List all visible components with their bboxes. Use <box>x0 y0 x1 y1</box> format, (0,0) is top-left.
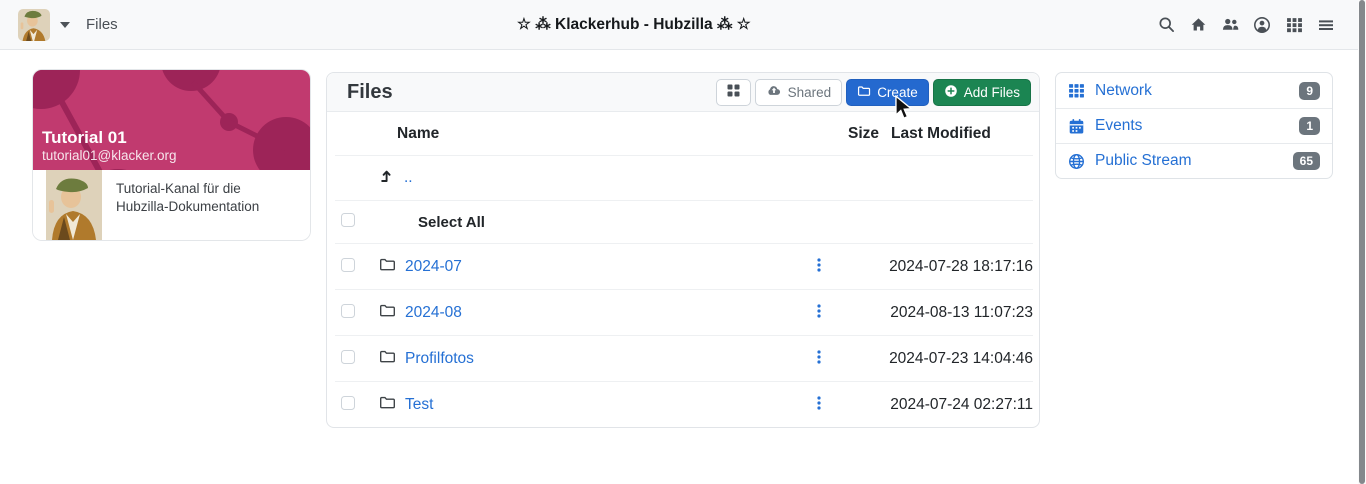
file-row: 2024-08 2024-08-13 11:07:23 <box>335 289 1033 336</box>
scrollbar-thumb[interactable] <box>1359 0 1365 484</box>
file-tools-icon[interactable] <box>816 303 822 319</box>
file-size <box>837 290 883 336</box>
channel-avatar[interactable] <box>18 8 50 41</box>
files-table: Name Size Last Modified .. Select All 20… <box>335 112 1033 427</box>
column-header-modified: Last Modified <box>891 125 991 142</box>
site-title: ☆ ⁂ Klackerhub - Hubzilla ⁂ ☆ <box>517 16 751 33</box>
globe-icon <box>1068 153 1085 170</box>
right-sidebar: Network 9 Events 1 Public Stream 65 <box>1055 72 1333 179</box>
create-button-label: Create <box>877 84 918 100</box>
parent-directory-link[interactable]: .. <box>404 169 413 187</box>
file-modified: 2024-08-13 11:07:23 <box>890 303 1033 321</box>
folder-icon <box>379 394 396 415</box>
folder-link[interactable]: 2024-08 <box>405 304 462 322</box>
account-icon[interactable] <box>1246 9 1278 41</box>
channel-address: tutorial01@klacker.org <box>42 148 177 163</box>
navbar-icons <box>1150 9 1342 41</box>
select-all-row: Select All <box>335 200 1033 244</box>
select-all-checkbox[interactable] <box>341 213 355 227</box>
select-all-label: Select All <box>418 213 485 231</box>
up-directory-icon <box>379 168 395 188</box>
current-app-label: Files <box>86 16 118 33</box>
file-modified: 2024-07-28 18:17:16 <box>889 257 1033 275</box>
file-tools-icon[interactable] <box>816 257 822 273</box>
column-header-size: Size <box>848 125 880 142</box>
profile-card-body: Tutorial-Kanal für die Hubzilla-Dokument… <box>33 170 310 240</box>
file-size <box>837 244 883 290</box>
row-checkbox[interactable] <box>341 257 355 272</box>
folder-link[interactable]: 2024-07 <box>405 258 462 276</box>
file-row: 2024-07 2024-07-28 18:17:16 <box>335 243 1033 290</box>
folder-link[interactable]: Test <box>405 396 433 414</box>
add-files-button-label: Add Files <box>963 84 1020 100</box>
files-panel: Files Shared Create Add Files Name Size … <box>326 72 1040 428</box>
row-checkbox[interactable] <box>341 395 355 410</box>
home-icon[interactable] <box>1182 9 1214 41</box>
add-files-button[interactable]: Add Files <box>932 78 1031 106</box>
grid-3x3-icon <box>1068 82 1085 99</box>
page-scrollbar[interactable] <box>1358 0 1366 484</box>
channel-identity: Tutorial 01 tutorial01@klacker.org <box>42 127 177 163</box>
folder-link[interactable]: Profilfotos <box>405 350 474 368</box>
plus-circle-icon <box>944 84 958 101</box>
search-icon[interactable] <box>1150 9 1182 41</box>
chevron-down-icon[interactable] <box>60 21 70 28</box>
row-checkbox[interactable] <box>341 303 355 318</box>
public-stream-count-badge: 65 <box>1292 152 1320 170</box>
network-count-badge: 9 <box>1299 81 1320 100</box>
sidebar-item-public-stream[interactable]: Public Stream 65 <box>1056 143 1332 178</box>
file-row: Profilfotos 2024-07-23 14:04:46 <box>335 335 1033 382</box>
channel-profile-card: Tutorial 01 tutorial01@klacker.org Tutor… <box>33 70 310 240</box>
column-header-name: Name <box>397 125 440 142</box>
groups-icon[interactable] <box>1214 9 1246 41</box>
folder-icon <box>379 256 396 277</box>
channel-photo <box>46 170 102 240</box>
cloud-upload-icon <box>766 84 782 101</box>
view-toggle-button[interactable] <box>715 78 751 106</box>
sidebar-item-network[interactable]: Network 9 <box>1056 73 1332 108</box>
grid-view-icon <box>727 84 740 100</box>
create-button[interactable]: Create <box>846 78 929 106</box>
top-navbar: Files ☆ ⁂ Klackerhub - Hubzilla ⁂ ☆ <box>0 0 1358 50</box>
parent-directory-row: .. <box>335 155 1033 201</box>
folder-icon <box>379 302 396 323</box>
file-size <box>837 382 883 428</box>
shared-button[interactable]: Shared <box>754 78 843 106</box>
file-size <box>837 336 883 382</box>
file-row: Test 2024-07-24 02:27:11 <box>335 381 1033 428</box>
file-tools-icon[interactable] <box>816 349 822 365</box>
sidebar-network-label: Network <box>1095 81 1152 99</box>
folder-icon <box>379 348 396 369</box>
apps-grid-icon[interactable] <box>1278 9 1310 41</box>
file-modified: 2024-07-24 02:27:11 <box>890 395 1033 413</box>
calendar-icon <box>1068 118 1085 135</box>
navbar-left: Files <box>18 8 118 41</box>
files-toolbar: Shared Create Add Files <box>715 78 1031 106</box>
events-count-badge: 1 <box>1299 117 1320 135</box>
channel-description: Tutorial-Kanal für die Hubzilla-Dokument… <box>116 181 260 215</box>
files-panel-header: Files Shared Create Add Files <box>327 73 1039 112</box>
channel-name: Tutorial 01 <box>42 127 127 147</box>
files-table-header-row: Name Size Last Modified <box>335 112 1033 156</box>
menu-icon[interactable] <box>1310 9 1342 41</box>
channel-banner: Tutorial 01 tutorial01@klacker.org <box>33 70 310 170</box>
row-checkbox[interactable] <box>341 349 355 364</box>
folder-icon <box>857 84 871 101</box>
sidebar-events-label: Events <box>1095 117 1143 134</box>
files-panel-title: Files <box>347 80 393 103</box>
sidebar-item-events[interactable]: Events 1 <box>1056 108 1332 143</box>
file-modified: 2024-07-23 14:04:46 <box>889 349 1033 367</box>
shared-button-label: Shared <box>787 84 832 100</box>
file-tools-icon[interactable] <box>816 395 822 411</box>
sidebar-public-stream-label: Public Stream <box>1095 152 1192 169</box>
